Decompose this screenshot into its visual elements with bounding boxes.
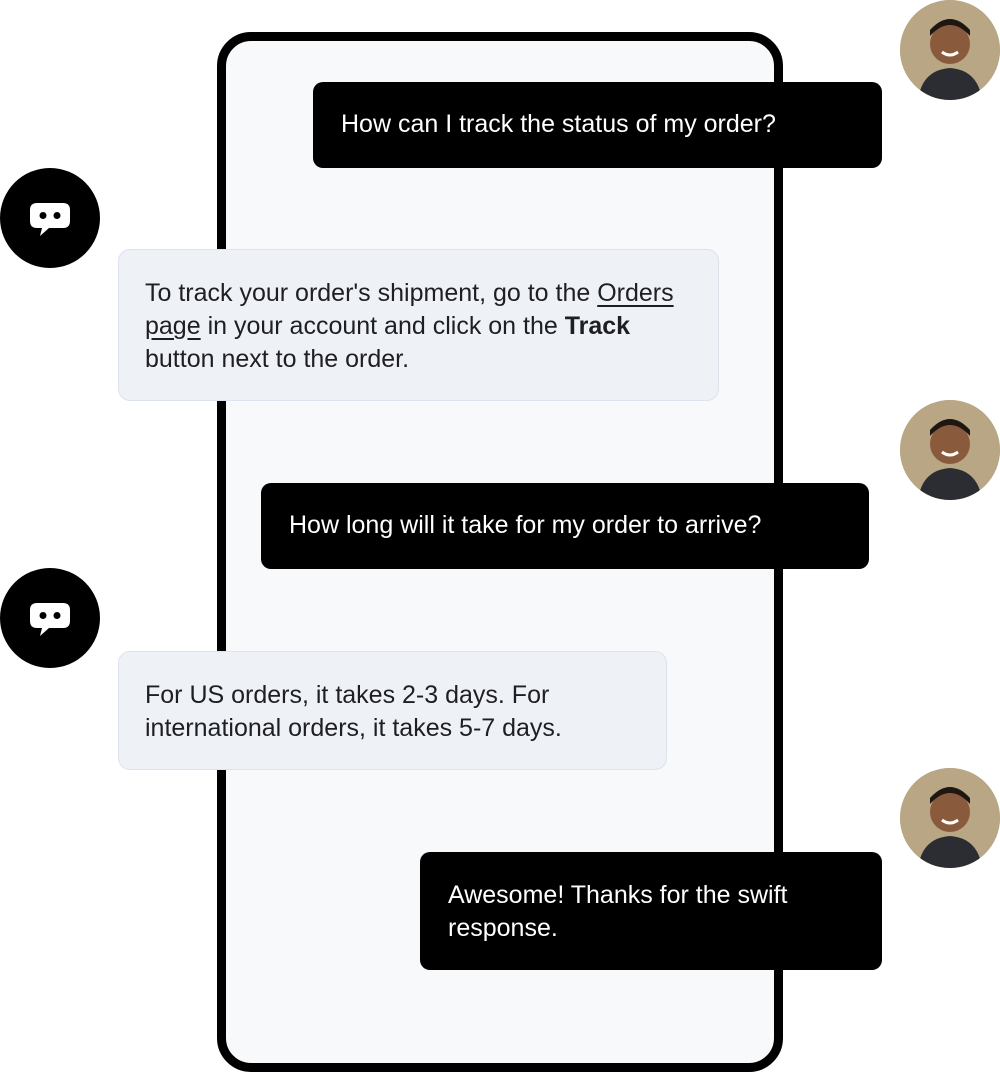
message-text: For US orders, it takes 2-3 days. For in… bbox=[145, 681, 562, 742]
user-message: How long will it take for my order to ar… bbox=[261, 483, 869, 569]
user-avatar bbox=[900, 768, 1000, 868]
message-text: Awesome! Thanks for the swift response. bbox=[448, 881, 788, 942]
user-message: How can I track the status of my order? bbox=[313, 82, 882, 168]
message-text: in your account and click on the bbox=[200, 312, 565, 340]
user-avatar-icon bbox=[900, 0, 1000, 100]
user-message: Awesome! Thanks for the swift response. bbox=[420, 852, 882, 970]
user-avatar-icon bbox=[900, 768, 1000, 868]
message-text: button next to the order. bbox=[145, 345, 410, 373]
user-avatar-icon bbox=[900, 400, 1000, 500]
chatbot-avatar bbox=[0, 168, 100, 268]
track-text: Track bbox=[564, 312, 631, 340]
bot-message: For US orders, it takes 2-3 days. For in… bbox=[118, 651, 667, 770]
chatbot-icon bbox=[30, 603, 70, 636]
message-text: To track your order's shipment, go to th… bbox=[145, 279, 598, 307]
chatbot-avatar bbox=[0, 568, 100, 668]
chatbot-icon bbox=[30, 203, 70, 236]
user-avatar bbox=[900, 0, 1000, 100]
message-text: How can I track the status of my order? bbox=[341, 110, 776, 138]
bot-message: To track your order's shipment, go to th… bbox=[118, 249, 719, 401]
message-text: How long will it take for my order to ar… bbox=[289, 511, 762, 539]
user-avatar bbox=[900, 400, 1000, 500]
